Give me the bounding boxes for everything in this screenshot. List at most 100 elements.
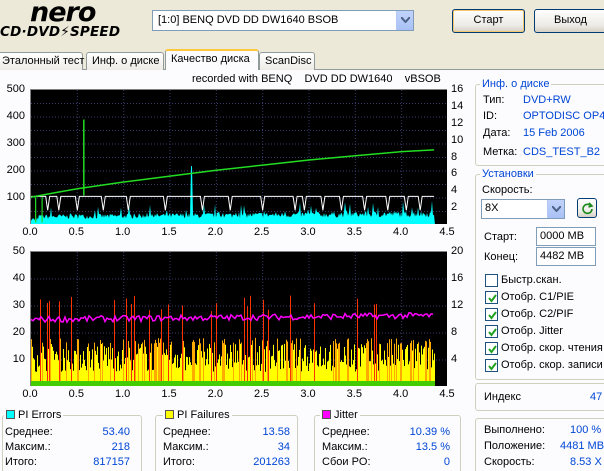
y-tick-label: 400: [6, 110, 25, 122]
pi-failure-base: [364, 381, 365, 386]
pi-failure-bar: [108, 347, 109, 386]
pi-failure-base: [67, 381, 68, 386]
checkbox[interactable]: [485, 342, 498, 355]
tab-disc-quality[interactable]: Качество диска: [165, 49, 259, 70]
x-tick-label: 3.5: [346, 388, 362, 400]
pi-failure-base: [336, 381, 337, 386]
pi-failure-base: [178, 381, 179, 386]
pi-failure-base: [363, 381, 364, 386]
pi-failure-base: [285, 381, 286, 386]
pi-failure-base: [391, 381, 392, 386]
tab-disc-info[interactable]: Инф. о диске: [86, 52, 164, 70]
speed-select[interactable]: 8X: [481, 199, 565, 219]
pi-failure-base: [195, 381, 196, 386]
pi-failure-base: [412, 381, 413, 386]
stat-value: 34: [277, 441, 290, 453]
pi-failure-base: [249, 381, 250, 386]
start-mb-input[interactable]: 0000 MB: [536, 227, 596, 246]
start-button[interactable]: Старт: [452, 9, 525, 33]
checkbox[interactable]: [485, 274, 498, 287]
pi-failure-bar: [304, 347, 305, 386]
pi-failure-base: [162, 381, 163, 386]
checkmark-icon: [488, 362, 497, 371]
pi-failure-base: [296, 381, 297, 386]
pi-failure-base: [275, 381, 276, 386]
pi-failure-bar: [210, 348, 211, 386]
pi-failure-bar: [128, 341, 129, 386]
pi-failure-base: [393, 381, 394, 386]
pi-failure-base: [120, 381, 121, 386]
pi-failure-base: [155, 381, 156, 386]
x-tick-label: 2.5: [254, 226, 270, 238]
pi-failure-bar: [198, 345, 199, 386]
pi-failure-bar: [53, 350, 54, 386]
pi-failure-base: [129, 381, 130, 386]
pi-failure-base: [422, 381, 423, 386]
chevron-down-icon[interactable]: [396, 11, 413, 30]
chevron-down-icon[interactable]: [547, 200, 564, 218]
pi-failure-base: [167, 381, 168, 386]
pi-failure-base: [150, 381, 151, 386]
pi-failure-bar: [293, 349, 294, 386]
pi-failure-base: [220, 381, 221, 386]
checkbox[interactable]: [485, 325, 498, 338]
checkbox[interactable]: [485, 359, 498, 372]
pi-failure-base: [362, 381, 363, 386]
pi-failure-base: [43, 381, 44, 386]
pi-failure-base: [34, 381, 35, 386]
pi-failure-base: [224, 381, 225, 386]
pi-failure-base: [302, 381, 303, 386]
pi-failure-base: [82, 381, 83, 386]
pi-failure-bar: [348, 338, 349, 386]
pi-failure-bar: [51, 344, 52, 386]
pi-failure-base: [153, 381, 154, 386]
checkmark-icon: [488, 311, 497, 320]
pi-failure-base: [411, 381, 412, 386]
pi-failure-bar: [122, 350, 123, 386]
pi-failure-bar: [194, 341, 195, 386]
pi-failure-bar: [251, 344, 252, 386]
pi-failure-base: [170, 381, 171, 386]
x-tick-label: 3.0: [300, 226, 316, 238]
pi-failure-base: [350, 381, 351, 386]
pi-failure-bar: [361, 344, 362, 386]
pi-failure-bar: [401, 343, 402, 386]
x-tick-label: 1.5: [161, 388, 177, 400]
checkbox[interactable]: [485, 308, 498, 321]
pi-failure-base: [282, 381, 283, 386]
pi-failure-bar: [241, 342, 242, 386]
pi-failure-base: [161, 381, 162, 386]
progress-speed-label: Скорость:: [484, 456, 535, 468]
done-value: 100 %: [570, 424, 602, 436]
pi-failure-base: [308, 381, 309, 386]
pi-failure-base: [79, 381, 80, 386]
drive-select[interactable]: [1:0] BENQ DVD DD DW1640 BSOB: [152, 10, 414, 31]
end-mb-input[interactable]: 4482 MB: [536, 247, 596, 266]
pi-failure-bar: [151, 343, 152, 386]
x-tick-label: 0.0: [22, 388, 38, 400]
pi-failure-base: [273, 381, 274, 386]
pi-failure-base: [318, 381, 319, 386]
pi-failure-base: [152, 381, 153, 386]
pi-failure-base: [179, 381, 180, 386]
pi-failure-base: [192, 381, 193, 386]
tab-benchmark[interactable]: Эталонный тест: [0, 52, 84, 70]
pi-failure-bar: [257, 352, 258, 386]
pi-failure-base: [193, 381, 194, 386]
refresh-button[interactable]: [577, 198, 597, 218]
pi-failure-base: [300, 381, 301, 386]
checkbox[interactable]: [485, 291, 498, 304]
pi-failure-bar: [384, 350, 385, 386]
pi-failure-base: [398, 381, 399, 386]
pi-failure-bar: [87, 347, 88, 386]
exit-button[interactable]: Выход: [534, 9, 604, 33]
pi-failure-bar: [338, 343, 339, 386]
pi-failure-base: [264, 381, 265, 386]
y2-tick-label: 12: [451, 299, 464, 311]
pi-failure-base: [286, 381, 287, 386]
tab-scandisc[interactable]: ScanDisc: [259, 52, 315, 70]
pi-failure-base: [352, 381, 353, 386]
pi-failure-bar: [114, 300, 115, 386]
pi-failure-bar: [166, 349, 167, 386]
pi-failure-bar: [31, 339, 32, 386]
